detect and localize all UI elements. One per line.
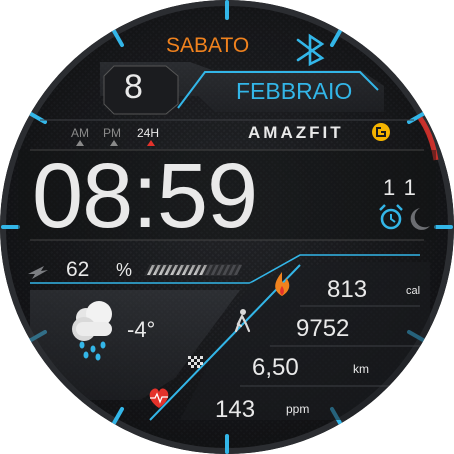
watch-face: SABATO 8 FEBBRAIO AM PM 24H AMAZFIT 08:5…	[0, 0, 454, 454]
heart-rate-unit: ppm	[286, 402, 310, 416]
heart-rate-value: 143	[215, 396, 256, 423]
heart-rate-icon	[149, 388, 169, 408]
